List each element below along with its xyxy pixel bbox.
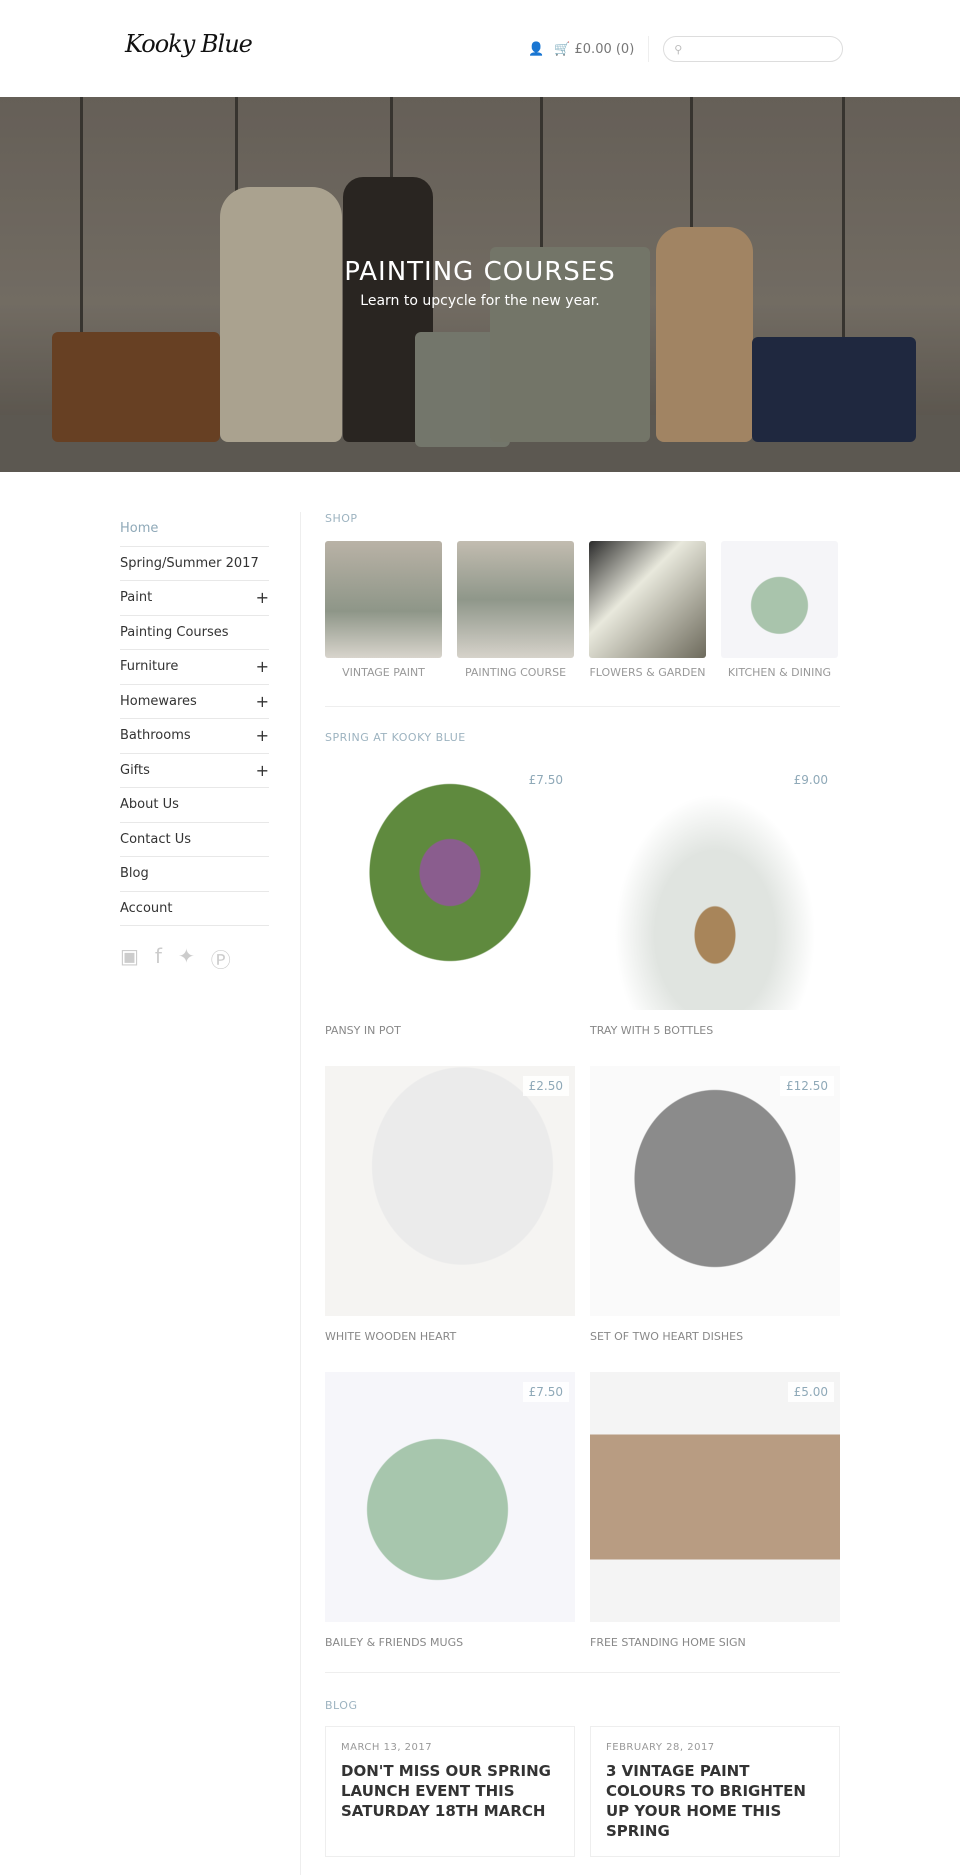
sidebar-item-label: About Us: [120, 797, 179, 813]
blog-post-card[interactable]: FEBRUARY 28, 2017 3 VINTAGE PAINT COLOURS…: [590, 1726, 840, 1857]
expand-icon[interactable]: +: [256, 588, 269, 607]
product-price: £7.50: [522, 770, 569, 790]
sidebar-item-label: Paint: [120, 590, 153, 606]
product-image[interactable]: £7.50: [325, 760, 575, 1010]
blog-post-card[interactable]: MARCH 13, 2017 DON'T MISS OUR SPRING LAUN…: [325, 1726, 575, 1857]
post-date: FEBRUARY 28, 2017: [606, 1742, 715, 1753]
expand-icon[interactable]: +: [256, 761, 269, 780]
product-card[interactable]: £9.00 TRAY WITH 5 BOTTLES: [590, 760, 840, 1066]
sidebar-item-label: Bathrooms: [120, 728, 191, 744]
product-image[interactable]: £9.00: [590, 760, 840, 1010]
sidebar-item-bathrooms[interactable]: Bathrooms +: [120, 719, 269, 754]
sidebar-item-label: Gifts: [120, 762, 150, 778]
sidebar-item-label: Painting Courses: [120, 624, 229, 640]
pinterest-icon[interactable]: Ⓟ: [211, 944, 231, 973]
category-label[interactable]: PAINTING COURSE: [457, 666, 574, 680]
product-name[interactable]: TRAY WITH 5 BOTTLES: [590, 1024, 840, 1037]
sidebar-item-paint[interactable]: Paint +: [120, 581, 269, 616]
hero-subtitle: Learn to upcycle for the new year.: [360, 293, 600, 309]
product-name[interactable]: PANSY IN POT: [325, 1024, 575, 1037]
shop-tile[interactable]: PAINTING COURSE: [457, 541, 574, 680]
main-content: SHOP VINTAGE PAINT PAINTING COURSE FLOWERS…: [325, 512, 840, 1857]
divider: [325, 706, 840, 707]
sidebar-item-homewares[interactable]: Homewares +: [120, 685, 269, 719]
shop-tile[interactable]: VINTAGE PAINT: [325, 541, 442, 680]
product-price: £12.50: [780, 1076, 834, 1096]
category-image[interactable]: [325, 541, 442, 658]
product-image[interactable]: £5.00: [590, 1372, 840, 1622]
category-image[interactable]: [589, 541, 706, 658]
search-box[interactable]: ⚲: [663, 36, 864, 62]
product-price: £5.00: [787, 1382, 834, 1402]
expand-icon[interactable]: +: [256, 657, 269, 676]
shop-tile[interactable]: FLOWERS & GARDEN: [589, 541, 706, 680]
sidebar-item-gifts[interactable]: Gifts +: [120, 754, 269, 788]
sidebar-item-painting-courses[interactable]: Painting Courses: [120, 616, 269, 650]
sidebar-item-furniture[interactable]: Furniture +: [120, 650, 269, 685]
product-image[interactable]: £12.50: [590, 1066, 840, 1316]
sidebar-item-label: Spring/Summer 2017: [120, 555, 259, 571]
search-input[interactable]: [686, 41, 864, 57]
shop-title: SHOP: [325, 512, 358, 525]
divider: [300, 512, 301, 1875]
product-image[interactable]: £7.50: [325, 1372, 575, 1622]
site-header: Kooky Blue 👤 🛒 £0.00 (0) ⚲: [0, 0, 960, 97]
cart-total: £0.00 (0): [574, 41, 635, 57]
expand-icon[interactable]: +: [256, 726, 269, 745]
shop-tile[interactable]: KITCHEN & DINING: [721, 541, 838, 680]
category-image[interactable]: [457, 541, 574, 658]
post-title[interactable]: DON'T MISS OUR SPRING LAUNCH EVENT THIS …: [341, 1761, 559, 1821]
account-icon[interactable]: 👤: [528, 42, 544, 57]
category-label[interactable]: FLOWERS & GARDEN: [589, 666, 706, 680]
sidebar-item-blog[interactable]: Blog: [120, 857, 269, 892]
sidebar-item-about-us[interactable]: About Us: [120, 788, 269, 823]
post-date: MARCH 13, 2017: [341, 1742, 433, 1753]
category-label[interactable]: KITCHEN & DINING: [721, 666, 838, 680]
sidebar-item-account[interactable]: Account: [120, 892, 269, 926]
post-title[interactable]: 3 VINTAGE PAINT COLOURS TO BRIGHTEN UP Y…: [606, 1761, 824, 1841]
product-image[interactable]: £2.50: [325, 1066, 575, 1316]
product-name[interactable]: BAILEY & FRIENDS MUGS: [325, 1636, 575, 1649]
product-price: £2.50: [522, 1076, 569, 1096]
sidebar-item-label: Home: [120, 521, 159, 537]
product-card[interactable]: £2.50 WHITE WOODEN HEART: [325, 1066, 575, 1372]
instagram-icon[interactable]: ▣: [120, 944, 139, 973]
expand-icon[interactable]: +: [256, 692, 269, 711]
search-icon: ⚲: [674, 42, 683, 56]
sidebar-item-home[interactable]: Home: [120, 512, 269, 547]
sidebar-item-label: Blog: [120, 866, 149, 882]
product-card[interactable]: £7.50 PANSY IN POT: [325, 760, 575, 1066]
divider: [648, 36, 650, 62]
sidebar-item-label: Account: [120, 900, 173, 916]
twitter-icon[interactable]: ✦: [178, 944, 195, 973]
category-label[interactable]: VINTAGE PAINT: [325, 666, 442, 680]
product-price: £9.00: [787, 770, 834, 790]
product-card[interactable]: £7.50 BAILEY & FRIENDS MUGS: [325, 1372, 575, 1678]
hero-title: PAINTING COURSES: [344, 257, 616, 287]
product-name[interactable]: WHITE WOODEN HEART: [325, 1330, 575, 1343]
cart-icon: 🛒: [554, 41, 571, 57]
sidebar-item-label: Homewares: [120, 693, 197, 709]
blog-title: BLOG: [325, 1699, 358, 1712]
sidebar-item-contact-us[interactable]: Contact Us: [120, 823, 269, 857]
sidebar-nav: Home Spring/Summer 2017 Paint + Painting Cou…: [120, 512, 269, 973]
cart-link[interactable]: 🛒 £0.00 (0): [554, 42, 634, 57]
category-image[interactable]: [721, 541, 838, 658]
product-card[interactable]: £5.00 FREE STANDING HOME SIGN: [590, 1372, 840, 1678]
facebook-icon[interactable]: f: [155, 944, 162, 973]
sidebar-item-spring-summer-2017[interactable]: Spring/Summer 2017: [120, 547, 269, 581]
product-card[interactable]: £12.50 SET OF TWO HEART DISHES: [590, 1066, 840, 1372]
product-name[interactable]: SET OF TWO HEART DISHES: [590, 1330, 840, 1343]
sidebar-item-label: Furniture: [120, 659, 179, 675]
logo[interactable]: Kooky Blue: [125, 30, 253, 58]
spring-title: SPRING AT KOOKY BLUE: [325, 731, 466, 744]
hero-banner[interactable]: PAINTING COURSES Learn to upcycle for th…: [0, 97, 960, 472]
product-name[interactable]: FREE STANDING HOME SIGN: [590, 1636, 840, 1649]
sidebar-item-label: Contact Us: [120, 831, 191, 847]
product-price: £7.50: [522, 1382, 569, 1402]
